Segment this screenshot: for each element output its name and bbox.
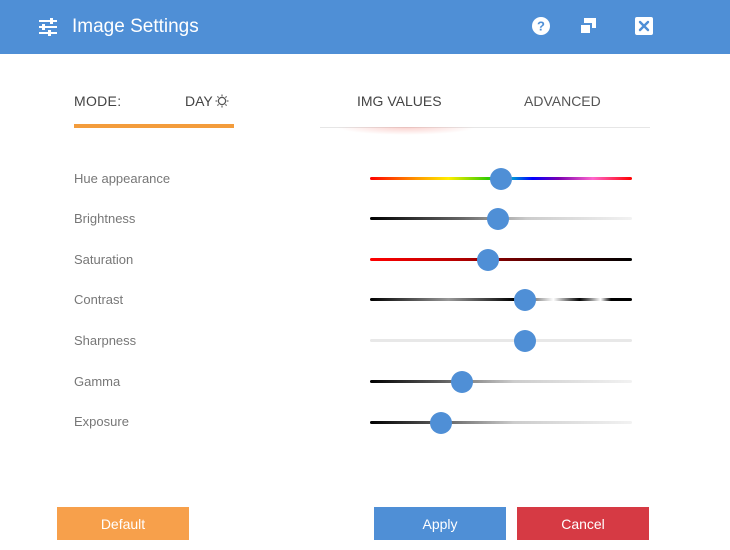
close-icon[interactable]: [633, 15, 655, 37]
mode-value: DAY: [185, 93, 213, 109]
brightness-label: Brightness: [74, 211, 136, 226]
exposure-label: Exposure: [74, 414, 129, 429]
sharpness-slider-thumb[interactable]: [513, 329, 536, 352]
sun-icon: [215, 94, 229, 108]
svg-text:?: ?: [537, 19, 545, 34]
apply-button[interactable]: Apply: [374, 507, 506, 540]
exposure-slider-track[interactable]: [370, 421, 632, 424]
saturation-label: Saturation: [74, 252, 134, 267]
title-bar: Image Settings ?: [0, 0, 730, 54]
mode-day-toggle[interactable]: DAY: [185, 93, 229, 109]
tab-advanced[interactable]: ADVANCED: [524, 93, 601, 109]
settings-sliders-icon: [39, 18, 57, 36]
hue-slider-thumb[interactable]: [490, 167, 512, 190]
contrast-slider-track[interactable]: [370, 298, 632, 301]
mode-active-underline: [74, 124, 234, 128]
restore-icon[interactable]: [577, 15, 599, 37]
gamma-label: Gamma: [74, 374, 121, 389]
contrast-label: Contrast: [74, 292, 124, 307]
cancel-button[interactable]: Cancel: [517, 507, 649, 540]
tab-img-values[interactable]: IMG VALUES: [357, 93, 442, 109]
sharpness-label: Sharpness: [74, 333, 137, 348]
tab-active-indicator: [336, 127, 476, 135]
sharpness-slider-track[interactable]: [370, 339, 632, 342]
window-title: Image Settings: [72, 16, 199, 37]
contrast-slider-thumb[interactable]: [513, 288, 536, 311]
hue-label: Hue appearance: [74, 171, 171, 186]
default-button[interactable]: Default: [57, 507, 189, 540]
help-icon[interactable]: ?: [530, 15, 552, 37]
gamma-slider-track[interactable]: [370, 380, 632, 383]
saturation-slider-thumb[interactable]: [476, 248, 499, 271]
exposure-slider-thumb[interactable]: [429, 411, 452, 434]
saturation-slider-track[interactable]: [370, 258, 632, 261]
brightness-slider-thumb[interactable]: [487, 207, 510, 230]
gamma-slider-thumb[interactable]: [450, 370, 473, 393]
mode-label: MODE:: [74, 93, 122, 109]
